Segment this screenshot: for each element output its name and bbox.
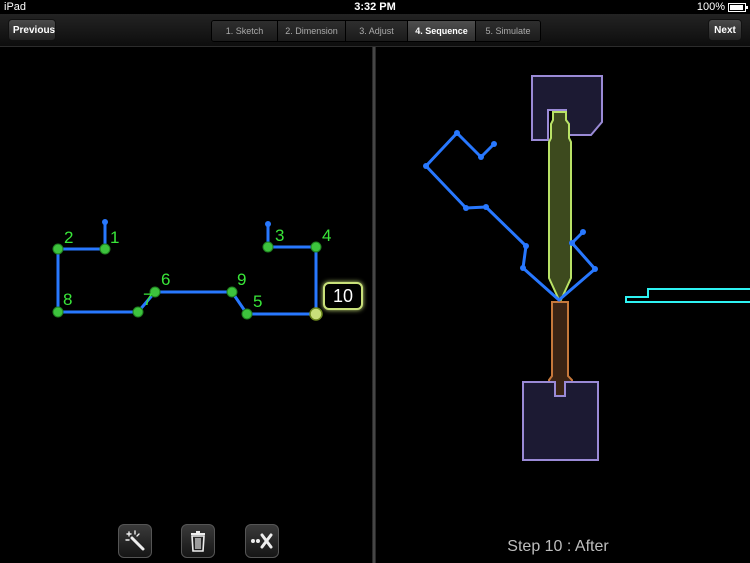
previous-button[interactable]: Previous: [8, 19, 56, 41]
clock: 3:32 PM: [354, 1, 396, 13]
bend-node[interactable]: [310, 241, 322, 253]
tab-simulate[interactable]: 5. Simulate: [476, 21, 540, 41]
trash-icon: [191, 531, 205, 552]
bend-label: 8: [63, 290, 72, 309]
bend-label: 9: [237, 270, 246, 289]
tab-dimension[interactable]: 2. Dimension: [278, 21, 346, 41]
workflow-tabs: 1. Sketch 2. Dimension 3. Adjust 4. Sequ…: [211, 20, 541, 42]
bend-labels: 1 2 3 4 5 6 7 8 9: [63, 226, 331, 311]
endpoint-end: [265, 221, 271, 227]
navigation-bar: Previous 1. Sketch 2. Dimension 3. Adjus…: [0, 14, 750, 47]
auto-sequence-button[interactable]: [118, 524, 152, 558]
endpoints: [102, 219, 271, 227]
delete-button[interactable]: [181, 524, 215, 558]
remove-bend-icon: [251, 533, 273, 549]
bend-label: 5: [253, 292, 262, 311]
battery-indicator: 100%: [696, 1, 748, 13]
battery-percent: 100%: [696, 1, 725, 13]
magic-wand-icon: [125, 530, 145, 551]
current-step-badge: 10: [323, 282, 363, 310]
remove-bend-button[interactable]: [245, 524, 279, 558]
battery-fill: [730, 4, 743, 10]
bend-node[interactable]: [262, 241, 274, 253]
bend-node[interactable]: [52, 306, 64, 318]
endpoint-start: [102, 219, 108, 225]
bend-node[interactable]: [241, 308, 253, 320]
bend-label: 6: [161, 270, 170, 289]
bend-node[interactable]: [52, 243, 64, 255]
bend-node[interactable]: [99, 243, 111, 255]
bend-nodes: [52, 241, 322, 320]
bend-preview-canvas: [423, 75, 750, 461]
bend-node[interactable]: [132, 306, 144, 318]
tab-sketch[interactable]: 1. Sketch: [212, 21, 278, 41]
next-button[interactable]: Next: [708, 19, 742, 41]
punch: [548, 111, 572, 305]
bend-label: 1: [110, 228, 119, 247]
backgauge: [625, 288, 750, 303]
tab-adjust[interactable]: 3. Adjust: [346, 21, 408, 41]
tab-sequence[interactable]: 4. Sequence: [408, 21, 476, 41]
bend-node[interactable]: [226, 286, 238, 298]
bend-label: 7: [143, 290, 152, 309]
bend-node-selected[interactable]: [309, 307, 323, 321]
bend-label: 2: [64, 228, 73, 247]
battery-icon: [728, 2, 748, 12]
bend-label: 3: [275, 226, 284, 245]
bend-label: 4: [322, 226, 331, 245]
step-caption: Step 10 : After: [507, 538, 609, 555]
sketch-canvas[interactable]: 1 2 3 4 5 6 7 8 9: [0, 47, 372, 563]
status-bar: iPad 3:32 PM 100%: [0, 0, 750, 14]
